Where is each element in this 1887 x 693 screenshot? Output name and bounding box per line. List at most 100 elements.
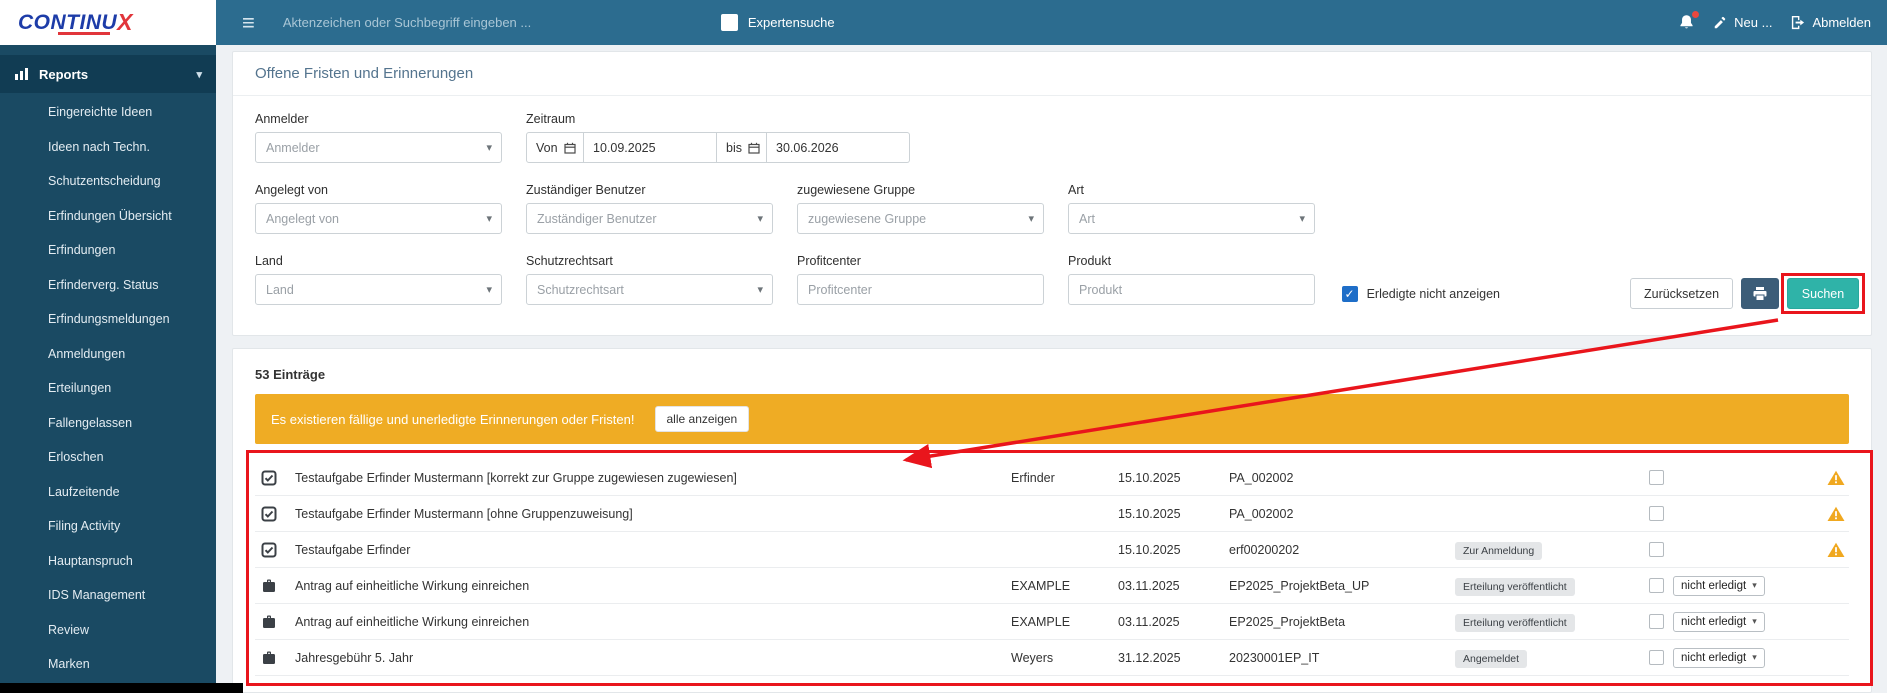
row-checkbox[interactable] [1649, 650, 1664, 665]
date-to-input[interactable]: 30.06.2026 [767, 132, 910, 163]
bottom-black-strip [0, 683, 243, 693]
sidebar-item-anmeldungen[interactable]: Anmeldungen [0, 337, 216, 372]
content-area: Offene Fristen und Erinnerungen Anmelder… [216, 45, 1887, 693]
sidebar-item-review[interactable]: Review [0, 613, 216, 648]
caret-down-icon: ▾ [1752, 580, 1757, 590]
warning-icon [1823, 506, 1849, 522]
logout-button[interactable]: Abmelden [1790, 15, 1871, 30]
search-button[interactable]: Suchen [1787, 278, 1859, 309]
profitcenter-input[interactable] [797, 274, 1044, 305]
row-reference[interactable]: erf00200202 [1229, 543, 1455, 557]
topbar-actions: Neu ... Abmelden [1678, 11, 1871, 31]
logout-icon [1790, 15, 1805, 30]
sidebar-item-eingereichte-ideen[interactable]: Eingereichte Ideen [0, 95, 216, 130]
app-root: CONTINU X Reports ▾ Eingereichte Ideen Id… [0, 0, 1887, 693]
table-row[interactable]: Antrag auf einheitliche Wirkung einreich… [255, 568, 1849, 604]
angelegt-von-select[interactable]: Angelegt von ▾ [255, 203, 502, 234]
date-from-input[interactable]: 10.09.2025 [584, 132, 717, 163]
hamburger-menu-icon[interactable]: ≡ [242, 11, 255, 34]
expertensuche-checkbox[interactable] [720, 14, 738, 31]
zugewiesene-gruppe-select[interactable]: zugewiesene Gruppe ▾ [797, 203, 1044, 234]
sidebar-item-ids-management[interactable]: IDS Management [0, 578, 216, 613]
checked-checkbox-icon[interactable]: ✓ [1341, 285, 1358, 302]
sidebar-item-hauptanspruch[interactable]: Hauptanspruch [0, 544, 216, 579]
print-button[interactable] [1741, 278, 1779, 309]
logo-text: CONTINU [18, 10, 118, 34]
show-all-button[interactable]: alle anzeigen [654, 406, 750, 432]
row-checkbox[interactable] [1649, 506, 1664, 521]
reset-button[interactable]: Zurücksetzen [1630, 278, 1733, 309]
row-checkbox[interactable] [1649, 470, 1664, 485]
caret-down-icon: ▾ [1752, 616, 1757, 626]
produkt-input[interactable] [1068, 274, 1315, 305]
row-title[interactable]: Antrag auf einheitliche Wirkung einreich… [295, 615, 1011, 629]
status-badge: Erteilung veröffentlicht [1455, 613, 1575, 632]
zustaendiger-benutzer-select[interactable]: Zuständiger Benutzer ▾ [526, 203, 773, 234]
field-schutzrechtsart: Schutzrechtsart Schutzrechtsart ▾ [526, 254, 773, 305]
von-label: Von [526, 132, 584, 163]
row-badge-slot: Angemeldet [1455, 649, 1649, 668]
row-badge-slot: Zur Anmeldung [1455, 541, 1649, 560]
zeitraum-label: Zeitraum [526, 112, 576, 126]
sidebar-item-erloschen[interactable]: Erloschen [0, 440, 216, 475]
field-art: Art Art ▾ [1068, 183, 1315, 234]
row-title[interactable]: Jahresgebühr 5. Jahr [295, 651, 1011, 665]
field-land: Land Land ▾ [255, 254, 502, 305]
sidebar-item-erfindungen-uebersicht[interactable]: Erfindungen Übersicht [0, 199, 216, 234]
field-profitcenter: Profitcenter [797, 254, 1044, 305]
schutzrechtsart-select[interactable]: Schutzrechtsart ▾ [526, 274, 773, 305]
logo[interactable]: CONTINU X [0, 0, 216, 45]
sidebar-item-laufzeitende[interactable]: Laufzeitende [0, 475, 216, 510]
sidebar-item-erfindungen[interactable]: Erfindungen [0, 233, 216, 268]
notifications-bell-icon[interactable] [1678, 11, 1700, 31]
sidebar-item-fallengelassen[interactable]: Fallengelassen [0, 406, 216, 441]
row-title[interactable]: Testaufgabe Erfinder Mustermann [korrekt… [295, 471, 1011, 485]
erledigte-toggle[interactable]: ✓ Erledigte nicht anzeigen [1341, 285, 1500, 302]
sidebar-item-erfinderverg-status[interactable]: Erfinderverg. Status [0, 268, 216, 303]
field-zustaendiger-benutzer: Zuständiger Benutzer Zuständiger Benutze… [526, 183, 773, 234]
art-select[interactable]: Art ▾ [1068, 203, 1315, 234]
row-checkbox[interactable] [1649, 542, 1664, 557]
row-reference[interactable]: 20230001EP_IT [1229, 651, 1455, 665]
table-row[interactable]: Jahresgebühr 5. Jahr Weyers 31.12.2025 2… [255, 640, 1849, 676]
table-row[interactable]: Testaufgabe Erfinder 15.10.2025 erf00200… [255, 532, 1849, 568]
row-reference[interactable]: PA_002002 [1229, 471, 1455, 485]
row-reference[interactable]: EP2025_ProjektBeta_UP [1229, 579, 1455, 593]
row-reference[interactable]: PA_002002 [1229, 507, 1455, 521]
row-checkbox[interactable] [1649, 614, 1664, 629]
produkt-label: Produkt [1068, 254, 1112, 268]
land-label: Land [255, 254, 283, 268]
sidebar-item-ideen-nach-techn[interactable]: Ideen nach Techn. [0, 130, 216, 165]
sidebar-nav: Eingereichte Ideen Ideen nach Techn. Sch… [0, 93, 216, 682]
results-count: 53 Einträge [255, 367, 326, 382]
warning-icon [1823, 470, 1849, 486]
caret-down-icon: ▾ [1299, 213, 1305, 225]
row-title[interactable]: Testaufgabe Erfinder Mustermann [ohne Gr… [295, 507, 1011, 521]
status-dropdown[interactable]: nicht erledigt ▾ [1673, 575, 1765, 596]
row-title[interactable]: Testaufgabe Erfinder [295, 543, 1011, 557]
global-search-input[interactable] [280, 14, 601, 31]
sidebar-item-filing-activity[interactable]: Filing Activity [0, 509, 216, 544]
sidebar-item-marken[interactable]: Marken [0, 647, 216, 682]
row-reference[interactable]: EP2025_ProjektBeta [1229, 615, 1455, 629]
printer-icon [1752, 286, 1768, 302]
sidebar-section-reports[interactable]: Reports ▾ [0, 55, 216, 93]
status-dropdown[interactable]: nicht erledigt ▾ [1673, 611, 1765, 632]
status-dropdown[interactable]: nicht erledigt ▾ [1673, 647, 1765, 668]
sidebar-item-schutzentscheidung[interactable]: Schutzentscheidung [0, 164, 216, 199]
expertensuche-toggle[interactable]: Expertensuche [720, 14, 835, 31]
calendar-icon [748, 142, 760, 154]
new-button[interactable]: Neu ... [1713, 15, 1772, 30]
table-row[interactable]: Testaufgabe Erfinder Mustermann [ohne Gr… [255, 496, 1849, 532]
sidebar-item-erteilungen[interactable]: Erteilungen [0, 371, 216, 406]
row-date: 31.12.2025 [1118, 650, 1181, 665]
anmelder-select[interactable]: Anmelder ▾ [255, 132, 502, 163]
row-checkbox[interactable] [1649, 578, 1664, 593]
land-select[interactable]: Land ▾ [255, 274, 502, 305]
table-row[interactable]: Antrag auf einheitliche Wirkung einreich… [255, 604, 1849, 640]
table-row[interactable]: Testaufgabe Erfinder Mustermann [korrekt… [255, 460, 1849, 496]
sidebar: CONTINU X Reports ▾ Eingereichte Ideen Id… [0, 0, 216, 693]
sidebar-item-erfindungsmeldungen[interactable]: Erfindungsmeldungen [0, 302, 216, 337]
row-title[interactable]: Antrag auf einheitliche Wirkung einreich… [295, 579, 1011, 593]
briefcase-icon [255, 578, 295, 594]
